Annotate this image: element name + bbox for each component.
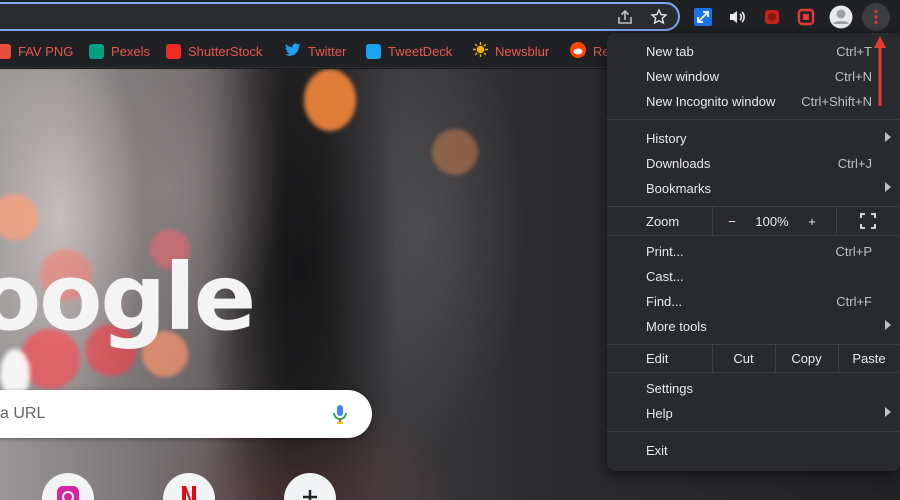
bokeh-light (304, 69, 356, 131)
netflix-icon (180, 484, 198, 500)
menu-divider (607, 235, 900, 236)
browser-toolbar (0, 0, 900, 34)
fullscreen-icon[interactable] (836, 213, 900, 232)
bokeh-light (432, 129, 478, 175)
fav-png-icon (0, 43, 11, 59)
newsblur-icon (473, 42, 488, 60)
submenu-arrow-icon (885, 132, 891, 142)
volume-icon[interactable] (725, 5, 749, 29)
bokeh-light (0, 194, 38, 240)
twitter-bird-icon (285, 42, 301, 60)
tweetdeck-icon (366, 43, 381, 59)
chrome-main-menu: New tab Ctrl+T New window Ctrl+N New Inc… (607, 33, 900, 471)
paste-button[interactable]: Paste (838, 351, 900, 366)
menu-item-print[interactable]: Print... Ctrl+P (607, 239, 900, 264)
zoom-out-button[interactable]: − (712, 214, 752, 229)
microphone-icon[interactable] (328, 402, 352, 426)
menu-item-find[interactable]: Find... Ctrl+F (607, 289, 900, 314)
menu-row-edit: Edit Cut Copy Paste (607, 344, 900, 372)
menu-item-exit[interactable]: Exit (607, 438, 900, 463)
bookmark-fav-png[interactable]: FAV PNG (0, 42, 73, 60)
menu-item-downloads[interactable]: Downloads Ctrl+J (607, 151, 900, 176)
bookmark-pexels[interactable]: Pexels (89, 42, 150, 60)
zoom-level: 100% (755, 214, 789, 229)
reddit-icon (570, 41, 586, 61)
submenu-arrow-icon (885, 320, 891, 330)
menu-item-settings[interactable]: Settings (607, 376, 900, 401)
submenu-arrow-icon (885, 182, 891, 192)
bookmark-tweetdeck[interactable]: TweetDeck (366, 42, 452, 60)
cut-button[interactable]: Cut (712, 351, 775, 366)
zoom-in-button[interactable]: + (792, 214, 832, 229)
menu-divider (607, 431, 900, 432)
bookmark-newsblur[interactable]: Newsblur (473, 42, 549, 60)
bookmark-twitter[interactable]: Twitter (285, 42, 346, 60)
search-input[interactable]: a URL (0, 405, 45, 423)
bookmark-reddit[interactable]: Re (570, 41, 610, 61)
copy-button[interactable]: Copy (775, 351, 838, 366)
extension-icon[interactable] (691, 5, 715, 29)
menu-item-more-tools[interactable]: More tools (607, 314, 900, 339)
menu-item-history[interactable]: History (607, 126, 900, 151)
bookmark-star-icon[interactable] (647, 5, 671, 29)
menu-divider (607, 119, 900, 120)
add-shortcut-button[interactable] (284, 473, 336, 500)
shortcut-netflix[interactable] (163, 473, 215, 500)
share-icon[interactable] (613, 5, 637, 29)
plus-icon (300, 487, 320, 500)
annotation-arrow-icon (874, 36, 886, 106)
menu-item-new-window[interactable]: New window Ctrl+N (607, 64, 900, 89)
crop-extension-icon[interactable] (794, 5, 818, 29)
menu-row-zoom: Zoom − 100% + (607, 207, 900, 235)
search-box[interactable]: a URL (0, 390, 372, 438)
pexels-icon (89, 43, 104, 59)
shutterstock-icon (166, 43, 181, 59)
menu-divider (607, 372, 900, 373)
menu-item-new-incognito-window[interactable]: New Incognito window Ctrl+Shift+N (607, 89, 900, 114)
instagram-icon (55, 484, 81, 500)
menu-item-new-tab[interactable]: New tab Ctrl+T (607, 39, 900, 64)
google-logo: oogle (0, 244, 256, 351)
menu-item-cast[interactable]: Cast... (607, 264, 900, 289)
shortcut-instagram[interactable] (42, 473, 94, 500)
record-extension-icon[interactable] (760, 5, 784, 29)
bookmark-shutterstock[interactable]: ShutterStock (166, 42, 262, 60)
menu-item-help[interactable]: Help (607, 401, 900, 426)
profile-avatar-icon[interactable] (829, 5, 853, 29)
submenu-arrow-icon (885, 407, 891, 417)
three-dot-menu-icon[interactable] (862, 3, 890, 31)
address-bar[interactable] (0, 2, 680, 31)
menu-item-bookmarks[interactable]: Bookmarks (607, 176, 900, 201)
